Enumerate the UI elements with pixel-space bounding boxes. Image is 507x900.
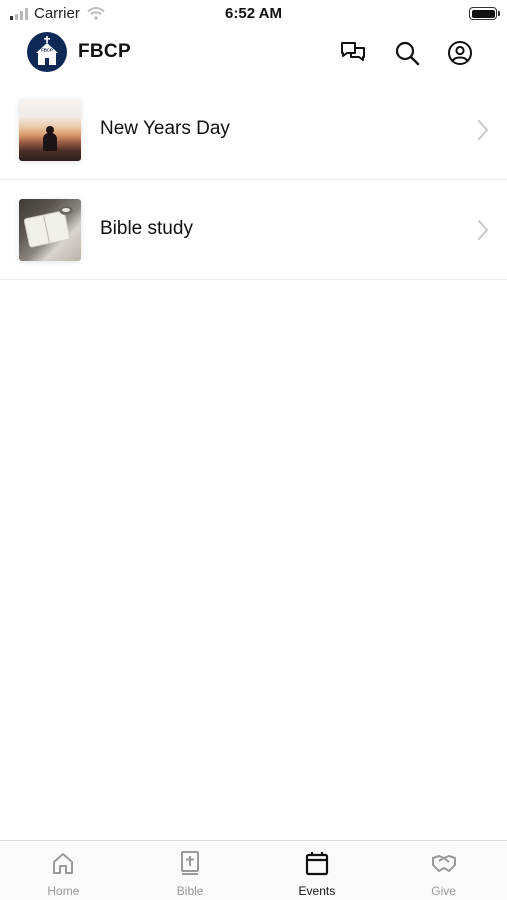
svg-text:FBCP: FBCP <box>41 48 53 53</box>
event-thumbnail <box>19 99 81 161</box>
event-thumbnail <box>19 199 81 261</box>
tab-label: Home <box>47 884 80 898</box>
tab-bar: Home Bible Events Give <box>0 840 507 900</box>
chevron-right-icon <box>478 220 488 240</box>
tab-events[interactable]: Events <box>254 841 381 900</box>
search-button[interactable] <box>392 38 422 68</box>
app-title: FBCP <box>78 41 131 62</box>
open-book-image <box>24 211 70 247</box>
church-icon: FBCP <box>36 36 58 65</box>
bible-icon <box>181 851 200 875</box>
event-title: Bible study <box>100 218 193 239</box>
tab-label: Events <box>298 884 336 898</box>
tab-give[interactable]: Give <box>380 841 507 900</box>
profile-button[interactable] <box>445 38 475 68</box>
chevron-right-icon <box>478 120 488 140</box>
event-row-bible-study[interactable]: Bible study <box>0 180 507 280</box>
profile-icon <box>448 41 472 65</box>
battery-icon <box>469 7 500 20</box>
tab-label: Give <box>431 884 456 898</box>
tab-label: Bible <box>176 884 204 898</box>
chat-button[interactable] <box>338 38 368 68</box>
event-row-new-years-day[interactable]: New Years Day <box>0 80 507 180</box>
search-icon <box>395 41 420 66</box>
home-icon <box>53 853 74 874</box>
coffee-cup-image <box>59 205 73 215</box>
app-header: FBCP FBCP <box>0 28 507 80</box>
handshake-icon <box>431 855 456 872</box>
calendar-icon <box>305 852 328 876</box>
event-title: New Years Day <box>100 118 230 139</box>
event-list: New Years Day Bible study <box>0 80 507 280</box>
status-bar: Carrier 6:52 AM <box>0 0 507 28</box>
tab-bible[interactable]: Bible <box>127 841 254 900</box>
silhouette-figure <box>43 126 57 151</box>
church-logo: FBCP <box>27 32 67 72</box>
status-time: 6:52 AM <box>225 5 282 22</box>
chat-bubbles-icon <box>341 42 365 61</box>
tab-home[interactable]: Home <box>0 841 127 900</box>
